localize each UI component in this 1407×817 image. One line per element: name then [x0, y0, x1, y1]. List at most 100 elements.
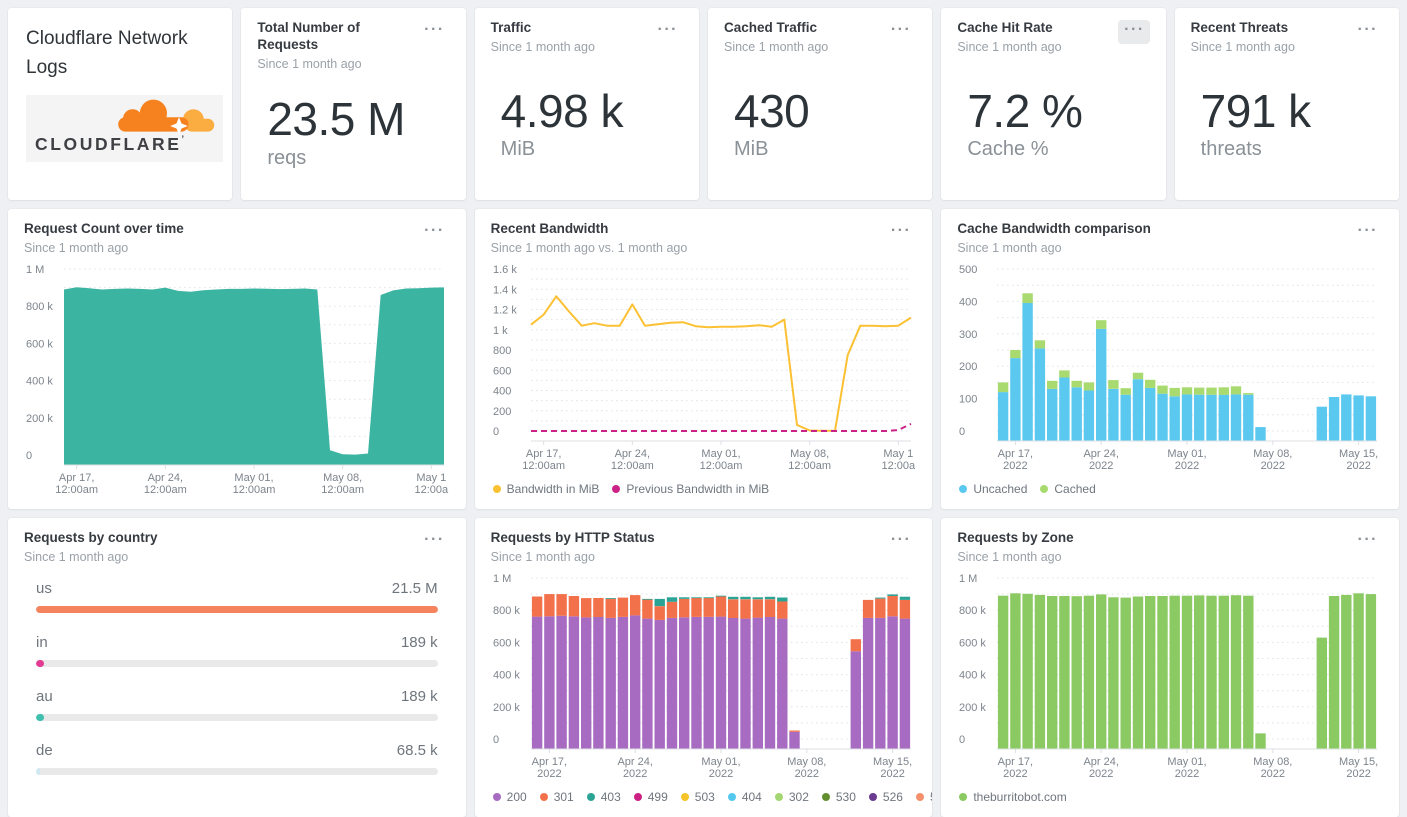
panel-subtitle: Since 1 month ago: [24, 241, 184, 255]
legend-item[interactable]: 524: [916, 790, 932, 804]
panel-menu-icon[interactable]: ···: [885, 221, 916, 245]
svg-text:400 k: 400 k: [26, 375, 53, 387]
legend-item[interactable]: 503: [681, 790, 715, 804]
panel-cached-traffic: Cached Traffic Since 1 month ago ··· 430…: [708, 8, 932, 200]
panel-dashboard-header: Cloudflare Network Logs CLOUDFLARE’: [8, 8, 232, 200]
country-label: au: [36, 688, 53, 705]
svg-text:400 k: 400 k: [959, 669, 986, 681]
panel-requests-by-country: Requests by country Since 1 month ago ··…: [8, 518, 466, 817]
panel-title: Requests by country: [24, 530, 158, 547]
dashboard-title: Cloudflare Network Logs: [26, 24, 216, 83]
svg-text:May 112:00a: May 112:00a: [415, 472, 450, 496]
panel-menu-icon[interactable]: ···: [652, 20, 683, 44]
svg-text:0: 0: [959, 734, 965, 746]
requests-by-zone-chart: 0200 k400 k600 k800 k1 MApr 17,2022Apr 2…: [957, 570, 1383, 785]
cloudflare-cloud-icon: [91, 98, 219, 138]
legend-item[interactable]: Bandwidth in MiB: [493, 482, 600, 496]
panel-menu-icon[interactable]: ···: [418, 20, 449, 44]
panel-menu-icon[interactable]: ···: [1352, 221, 1383, 245]
legend-item[interactable]: 301: [540, 790, 574, 804]
legend-dot-icon: [587, 793, 595, 801]
stat-unit: reqs: [267, 147, 449, 170]
legend-dot-icon: [681, 793, 689, 801]
stat-unit: MiB: [501, 138, 683, 161]
svg-text:1.2 k: 1.2 k: [493, 304, 517, 316]
legend-label: Cached: [1054, 482, 1095, 496]
country-label: de: [36, 742, 53, 759]
panel-menu-icon[interactable]: ···: [885, 530, 916, 554]
legend-item[interactable]: 499: [634, 790, 668, 804]
svg-text:May 01,12:00am: May 01,12:00am: [699, 448, 742, 472]
panel-subtitle: Since 1 month ago: [24, 550, 158, 564]
chart-legend: 200301403499503404302530526524: [491, 785, 917, 809]
panel-subtitle: Since 1 month ago: [957, 241, 1151, 255]
panel-menu-icon[interactable]: ···: [885, 20, 916, 44]
svg-text:400: 400: [959, 296, 977, 308]
svg-text:0: 0: [26, 450, 32, 462]
legend-item[interactable]: Cached: [1040, 482, 1095, 496]
legend-dot-icon: [612, 485, 620, 493]
svg-text:May 08,12:00am: May 08,12:00am: [788, 448, 831, 472]
svg-text:600: 600: [493, 365, 511, 377]
svg-text:Apr 24,12:00am: Apr 24,12:00am: [611, 448, 654, 472]
legend-item[interactable]: 200: [493, 790, 527, 804]
svg-text:Apr 24,2022: Apr 24,2022: [617, 756, 652, 780]
cloudflare-logo-text: CLOUDFLARE’: [35, 134, 187, 155]
panel-menu-icon[interactable]: ···: [418, 530, 449, 554]
stat-value: 430: [734, 87, 916, 135]
chart-legend: Uncached Cached: [957, 477, 1383, 501]
svg-text:300: 300: [959, 329, 977, 341]
legend-item[interactable]: 403: [587, 790, 621, 804]
legend-label: Bandwidth in MiB: [507, 482, 600, 496]
legend-item[interactable]: 302: [775, 790, 809, 804]
svg-text:Apr 17,2022: Apr 17,2022: [998, 756, 1033, 780]
legend-label: 524: [930, 790, 932, 804]
legend-item[interactable]: Uncached: [959, 482, 1027, 496]
cache_bandwidth-svg: 0100200300400500Apr 17,2022Apr 24,2022Ma…: [957, 261, 1383, 477]
stat-value: 791 k: [1201, 87, 1383, 135]
legend-item[interactable]: 530: [822, 790, 856, 804]
svg-text:800 k: 800 k: [959, 605, 986, 617]
svg-text:Apr 24,2022: Apr 24,2022: [1084, 448, 1119, 472]
country-value: 189 k: [401, 688, 438, 705]
panel-request-count: Request Count over time Since 1 month ag…: [8, 209, 466, 509]
request-count-chart: 0200 k400 k600 k800 k1 MApr 17,12:00amAp…: [24, 261, 450, 501]
country-row: in189 k: [36, 634, 438, 667]
legend-label: Previous Bandwidth in MiB: [626, 482, 769, 496]
svg-text:May 01,2022: May 01,2022: [701, 756, 740, 780]
panel-menu-icon[interactable]: ···: [1352, 530, 1383, 554]
svg-text:May 15,2022: May 15,2022: [1339, 756, 1378, 780]
legend-dot-icon: [916, 793, 924, 801]
svg-text:May 01,2022: May 01,2022: [1168, 756, 1207, 780]
svg-text:May 08,2022: May 08,2022: [1254, 448, 1293, 472]
svg-text:Apr 24,2022: Apr 24,2022: [1084, 756, 1119, 780]
legend-item[interactable]: 404: [728, 790, 762, 804]
panel-title: Recent Bandwidth: [491, 221, 688, 238]
panel-title: Requests by Zone: [957, 530, 1073, 547]
legend-dot-icon: [959, 485, 967, 493]
svg-text:May 01,12:00am: May 01,12:00am: [233, 472, 276, 496]
panel-cache-hit-rate: Cache Hit Rate Since 1 month ago ··· 7.2…: [941, 8, 1165, 200]
country-value: 68.5 k: [397, 742, 438, 759]
panel-menu-icon[interactable]: ···: [1352, 20, 1383, 44]
legend-label: 403: [601, 790, 621, 804]
panel-title: Cached Traffic: [724, 20, 828, 37]
svg-text:May 15,2022: May 15,2022: [1339, 448, 1378, 472]
panel-menu-icon[interactable]: ···: [418, 221, 449, 245]
country-row: us21.5 M: [36, 580, 438, 613]
panel-subtitle: Since 1 month ago: [491, 40, 595, 54]
legend-item[interactable]: 526: [869, 790, 903, 804]
legend-item[interactable]: theburritobot.com: [959, 790, 1066, 804]
dashboard: Cloudflare Network Logs CLOUDFLARE’ Tota…: [0, 0, 1407, 817]
legend-dot-icon: [1040, 485, 1048, 493]
request_count-svg: 0200 k400 k600 k800 k1 MApr 17,12:00amAp…: [24, 261, 450, 501]
legend-item[interactable]: Previous Bandwidth in MiB: [612, 482, 769, 496]
panel-menu-icon[interactable]: ···: [1118, 20, 1149, 44]
svg-text:1 M: 1 M: [959, 573, 977, 585]
legend-label: 526: [883, 790, 903, 804]
panel-title: Cache Hit Rate: [957, 20, 1061, 37]
svg-text:0: 0: [493, 426, 499, 438]
panel-title: Recent Threats: [1191, 20, 1295, 37]
legend-dot-icon: [775, 793, 783, 801]
stat-unit: threats: [1201, 138, 1383, 161]
